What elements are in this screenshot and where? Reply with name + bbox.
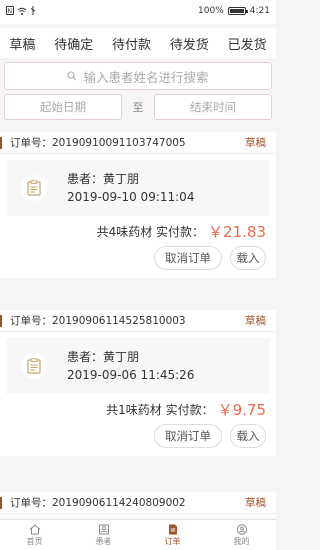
- cancel-order-button[interactable]: 取消订单: [154, 246, 222, 270]
- order-status: 草稿: [245, 497, 266, 509]
- order-price: ￥21.83: [208, 222, 266, 241]
- search-row: 输入患者姓名进行搜索: [4, 62, 272, 90]
- order-card[interactable]: 订单号：20190906114525810003 草稿 患者：黄丁朋 2019-…: [0, 310, 276, 456]
- patient-info: 患者：黄丁朋 2019-09-10 09:11:04: [67, 170, 194, 206]
- tab-pending-confirm[interactable]: 待确定: [54, 34, 93, 53]
- order-status-tabs: 草稿 待确定 待付款 待发货 已发货: [0, 28, 276, 58]
- order-header: 订单号：20190906114525810003 草稿: [0, 310, 276, 332]
- patient-block[interactable]: 患者：黄丁朋 2019-09-06 11:45:26: [6, 338, 270, 394]
- nfc-icon: N: [6, 6, 14, 15]
- cancel-order-button[interactable]: 取消订单: [154, 424, 222, 448]
- nav-label: 订单: [164, 536, 181, 546]
- order-summary-text: 共4味药材 实付款：: [96, 224, 205, 239]
- order-card[interactable]: 订单号：20190910091103747005 草稿 患者：黄丁朋 2019-…: [0, 132, 276, 278]
- nav-label: 患者: [95, 536, 112, 546]
- load-order-button[interactable]: 载入: [230, 424, 266, 448]
- order-actions: 取消订单 载入: [0, 424, 276, 456]
- usb-icon: [30, 6, 36, 15]
- nav-label: 我的: [233, 536, 250, 546]
- order-time: 2019-09-10 09:11:04: [67, 190, 195, 204]
- order-accent-bar: [0, 315, 2, 327]
- profile-icon: [236, 523, 247, 535]
- order-accent-bar: [0, 137, 2, 149]
- status-icons-left: N: [6, 6, 36, 15]
- wifi-icon: [17, 7, 27, 15]
- order-summary: 共1味药材 实付款： ￥9.75: [0, 394, 276, 424]
- order-number: 订单号：20190910091103747005: [10, 137, 186, 149]
- battery-percent: 100%: [198, 6, 224, 16]
- nav-patients[interactable]: 患者: [79, 524, 129, 547]
- date-separator: 至: [132, 101, 144, 114]
- order-number: 订单号：20190906114240809002: [10, 497, 186, 509]
- nav-home[interactable]: 首页: [10, 523, 60, 547]
- nav-label: 首页: [26, 536, 43, 546]
- order-status: 草稿: [245, 137, 266, 149]
- search-placeholder: 输入患者姓名进行搜索: [83, 69, 209, 85]
- order-status: 草稿: [245, 315, 266, 327]
- bottom-nav: 首页 患者 订单 我的: [0, 519, 276, 550]
- tab-pending-shipment[interactable]: 待发货: [170, 34, 209, 53]
- nav-profile[interactable]: 我的: [217, 523, 267, 547]
- load-order-button[interactable]: 载入: [230, 246, 266, 270]
- end-date-field[interactable]: 结束时间: [154, 94, 272, 120]
- start-date-field[interactable]: 起始日期: [4, 94, 122, 120]
- order-header: 订单号：20190910091103747005 草稿: [0, 132, 276, 154]
- order-time: 2019-09-06 11:45:26: [67, 368, 195, 382]
- nav-orders[interactable]: 订单: [148, 524, 198, 547]
- patient-info: 患者：黄丁朋 2019-09-06 11:45:26: [67, 348, 194, 384]
- status-icons-right: 100% 4:21: [198, 6, 270, 16]
- search-icon: [67, 71, 77, 81]
- patient-name: 患者：黄丁朋: [67, 172, 140, 186]
- battery-icon: [227, 7, 248, 15]
- patient-block[interactable]: 患者：黄丁朋 2019-09-10 09:11:04: [6, 160, 270, 216]
- patient-icon: [98, 524, 109, 534]
- clock-time: 4:21: [249, 6, 270, 16]
- order-card[interactable]: 订单号：20190906114240809002 草稿: [0, 492, 276, 518]
- order-summary-text: 共1味药材 实付款：: [106, 402, 214, 417]
- order-header: 订单号：20190906114240809002 草稿: [0, 492, 276, 514]
- document-icon: [21, 353, 47, 379]
- tab-pending-payment[interactable]: 待付款: [112, 34, 151, 53]
- home-icon: [29, 523, 40, 534]
- order-summary: 共4味药材 实付款： ￥21.83: [0, 216, 276, 246]
- order-number: 订单号：20190906114525810003: [10, 315, 186, 327]
- tab-shipped[interactable]: 已发货: [228, 34, 267, 53]
- status-bar: N 100% 4:21: [0, 0, 276, 24]
- svg-text:N: N: [8, 8, 13, 15]
- search-input[interactable]: 输入患者姓名进行搜索: [4, 62, 272, 90]
- date-filter: 起始日期 至 结束时间: [4, 94, 272, 120]
- order-actions: 取消订单 载入: [0, 246, 276, 278]
- document-icon: [21, 175, 47, 201]
- patient-name: 患者：黄丁朋: [67, 350, 140, 364]
- order-accent-bar: [0, 497, 2, 509]
- tab-draft[interactable]: 草稿: [9, 34, 35, 53]
- order-icon: [168, 524, 177, 534]
- order-price: ￥9.75: [217, 400, 266, 419]
